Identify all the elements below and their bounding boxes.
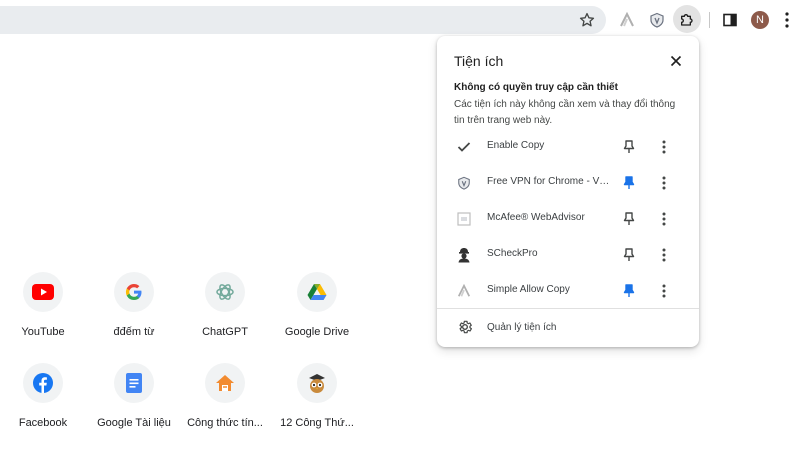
shortcut-dem-tu[interactable]: đđếm từ <box>89 272 179 338</box>
simple-allow-copy-icon <box>455 282 473 300</box>
more-options-icon[interactable] <box>657 210 671 228</box>
shortcut-icon-circle <box>23 272 63 312</box>
house-icon <box>216 375 234 391</box>
shortcut-youtube[interactable]: YouTube <box>0 272 88 338</box>
extensions-panel: Tiện ích Không có quyền truy cập cần thi… <box>437 36 699 347</box>
menu-icon[interactable] <box>780 10 794 30</box>
shortcut-icon-circle <box>205 272 245 312</box>
pin-icon[interactable] <box>620 246 638 264</box>
shortcut-label: Google Tài liệu <box>97 417 171 429</box>
shortcut-label: Facebook <box>18 417 68 429</box>
checkmark-icon <box>455 138 473 156</box>
extension-name: Free VPN for Chrome - VPN Proxy VeePN <box>487 176 612 187</box>
pin-icon[interactable] <box>620 282 638 300</box>
simple-allow-copy-icon[interactable] <box>617 10 637 30</box>
more-options-icon[interactable] <box>657 282 671 300</box>
pin-icon[interactable] <box>620 174 638 192</box>
shortcut-google-docs[interactable]: Google Tài liệu <box>89 363 179 429</box>
scheckpro-icon <box>455 246 473 264</box>
pin-icon[interactable] <box>620 210 638 228</box>
shortcut-chatgpt[interactable]: ChatGPT <box>180 272 270 338</box>
google-docs-icon <box>126 373 142 393</box>
shortcut-label: 12 Công Thứ... <box>280 417 354 429</box>
extension-row-enable-copy[interactable]: Enable Copy <box>437 129 699 165</box>
owl-icon <box>309 374 325 393</box>
panel-title: Tiện ích <box>454 53 504 69</box>
address-bar[interactable] <box>0 6 606 34</box>
facebook-icon <box>33 373 53 393</box>
chatgpt-icon <box>216 284 234 300</box>
panel-divider <box>437 308 699 309</box>
shortcut-label: ChatGPT <box>202 326 248 338</box>
more-options-icon[interactable] <box>657 174 671 192</box>
side-panel-icon[interactable] <box>720 10 740 30</box>
manage-extensions-label: Quản lý tiện ích <box>487 322 557 333</box>
extension-row-scheckpro[interactable]: SCheckPro <box>437 237 699 273</box>
google-drive-icon <box>307 284 327 300</box>
shortcut-12-cong-thuc[interactable]: 12 Công Thứ... <box>272 363 362 429</box>
shortcut-label: Google Drive <box>284 326 350 338</box>
shortcut-icon-circle <box>297 363 337 403</box>
browser-toolbar: N <box>0 0 800 38</box>
vpn-shield-icon <box>455 174 473 192</box>
section-heading: Không có quyền truy cập cần thiết <box>454 82 618 93</box>
extension-row-mcafee[interactable]: McAfee® WebAdvisor <box>437 201 699 237</box>
mcafee-icon <box>455 210 473 228</box>
shortcut-icon-circle <box>114 272 154 312</box>
toolbar-divider <box>709 12 710 28</box>
shortcut-icon-circle <box>297 272 337 312</box>
extension-name: McAfee® WebAdvisor <box>487 212 585 223</box>
extension-name: Enable Copy <box>487 140 545 151</box>
vpn-shield-icon[interactable] <box>647 10 667 30</box>
shortcut-icon-circle <box>205 363 245 403</box>
profile-avatar[interactable]: N <box>751 11 769 29</box>
shortcut-icon-circle <box>114 363 154 403</box>
shortcut-label: YouTube <box>21 326 65 338</box>
pin-icon[interactable] <box>620 138 638 156</box>
shortcut-label: Công thức tín... <box>187 417 263 429</box>
bookmark-star-icon[interactable] <box>578 11 596 29</box>
section-description: Các tiện ích này không cần xem và thay đ… <box>454 99 676 126</box>
shortcut-icon-circle <box>23 363 63 403</box>
more-options-icon[interactable] <box>657 246 671 264</box>
extension-row-free-vpn[interactable]: Free VPN for Chrome - VPN Proxy VeePN <box>437 165 699 201</box>
extension-row-simple-allow-copy[interactable]: Simple Allow Copy <box>437 273 699 309</box>
manage-extensions-button[interactable]: Quản lý tiện ích <box>437 317 699 339</box>
shortcut-cong-thuc[interactable]: Công thức tín... <box>180 363 270 429</box>
shortcut-google-drive[interactable]: Google Drive <box>272 272 362 338</box>
extension-name: SCheckPro <box>487 248 538 259</box>
extensions-puzzle-icon[interactable] <box>673 5 701 33</box>
shortcut-facebook[interactable]: Facebook <box>0 363 88 429</box>
close-icon[interactable] <box>667 52 685 70</box>
more-options-icon[interactable] <box>657 138 671 156</box>
extension-name: Simple Allow Copy <box>487 284 570 295</box>
gear-icon <box>457 319 475 337</box>
youtube-icon <box>32 284 54 300</box>
google-icon <box>125 283 142 301</box>
shortcut-label: đđếm từ <box>113 326 155 338</box>
